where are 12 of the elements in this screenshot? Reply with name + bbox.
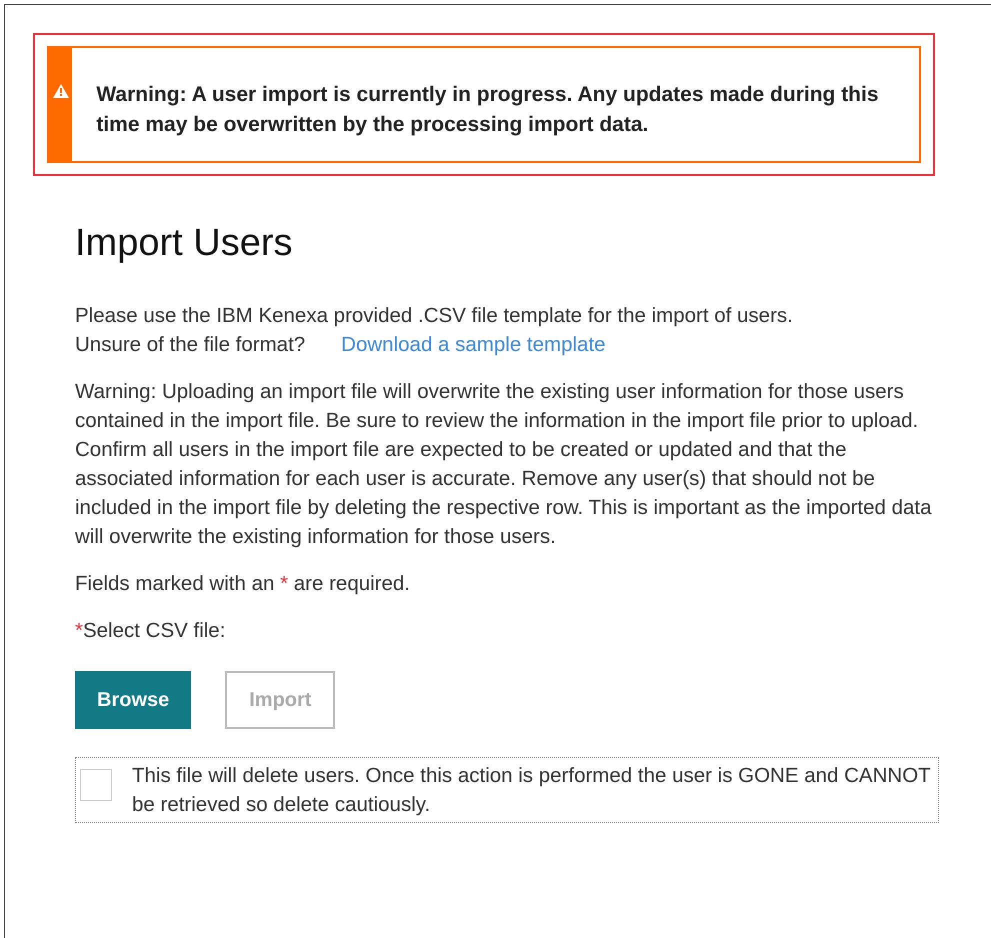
warning-icon [52, 84, 69, 98]
page-title: Import Users [75, 222, 294, 265]
format-question: Unsure of the file format? [75, 332, 306, 358]
browse-button[interactable]: Browse [75, 671, 192, 729]
required-note: Fields marked with an * are required. [75, 571, 412, 597]
delete-checkbox[interactable] [80, 769, 112, 801]
field-label: *Select CSV file: [75, 618, 226, 644]
download-link[interactable]: Download a sample template [341, 330, 606, 359]
warning-text: Warning: Uploading an import file will overwrite the existing user information for those users contained in the import file. Be sure to review the information in the import file prior to upload. Confirm all users in the import file are expected to be created or updated and that the associated information for each user is accurate. Remove any user(s) that should not be included in the import file by deleting the respective row. This is important as the imported data will overwrite the existing information for those users. [75, 379, 933, 550]
delete-warning: This file will delete users. Once this action is performed the user is GONE and CANNOT be retrieved so delete cautiously. [132, 763, 932, 818]
warning-message: Warning: A user import is currently in progress. Any updates made during this time may be overwritten by the processing import data. [95, 82, 880, 138]
intro-text: Please use the IBM Kenexa provided .CSV file template for the import of users. [75, 303, 794, 329]
